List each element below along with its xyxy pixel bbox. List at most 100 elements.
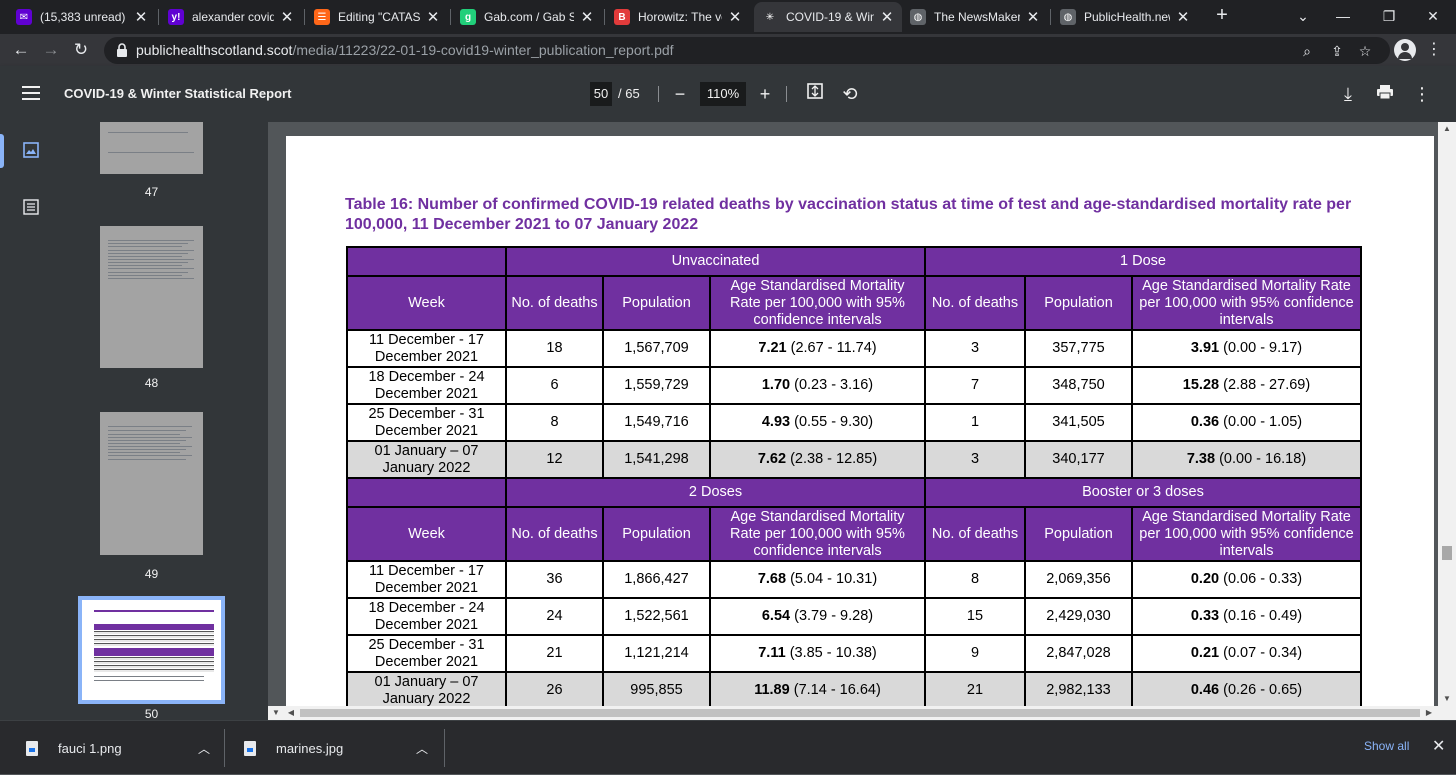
thumbnail-text-line <box>108 262 188 263</box>
browser-tab[interactable]: ◍ PublicHealth.new ✕ <box>1052 2 1198 32</box>
page-thumbnail-48[interactable] <box>100 226 203 368</box>
page-number-input[interactable]: 50 <box>590 82 612 106</box>
zoom-in-button[interactable]: + <box>753 82 777 106</box>
thumbnail-text-line <box>108 250 194 251</box>
tab-favicon-icon: ◍ <box>910 9 926 25</box>
chevron-up-icon[interactable]: ︿ <box>416 740 428 757</box>
minimize-button[interactable]: — <box>1320 0 1366 34</box>
group-header-row: Unvaccinated 1 Dose <box>346 246 1362 277</box>
zoom-icon[interactable]: ⌕ <box>1296 40 1318 62</box>
scroll-down-arrow[interactable]: ▼ <box>267 706 285 720</box>
scroll-right-arrow[interactable]: ▶ <box>1422 706 1436 720</box>
forward-icon[interactable]: → <box>38 37 64 63</box>
tab-close-icon[interactable]: ✕ <box>580 8 594 26</box>
scroll-down-arrow[interactable]: ▼ <box>1438 692 1456 706</box>
confidence-interval: (0.23 - 3.16) <box>794 377 874 393</box>
viewer-scrollbar[interactable]: ▲ ▼ <box>1438 122 1456 720</box>
tab-close-icon[interactable]: ✕ <box>1176 8 1190 26</box>
browser-tab[interactable]: ✉ (15,383 unread) - ✕ <box>8 2 156 32</box>
tab-favicon-icon: B <box>614 9 630 25</box>
rate-cell: 4.93 (0.55 - 9.30) <box>709 403 926 442</box>
back-icon[interactable]: ← <box>8 37 34 63</box>
deaths-header: No. of deaths <box>924 275 1026 331</box>
week-cell: 25 December - 31 December 2021 <box>346 403 507 442</box>
scroll-up-arrow[interactable]: ▲ <box>1438 122 1456 136</box>
thumbnail-sidebar: 47 48 49 50 <box>0 122 268 720</box>
tab-close-icon[interactable]: ✕ <box>880 8 894 26</box>
rate-value: 0.46 <box>1190 682 1220 698</box>
confidence-interval: (0.06 - 0.33) <box>1223 571 1303 587</box>
more-actions-icon[interactable]: ⋮ <box>1410 82 1434 106</box>
week-cell: 01 January – 07 January 2022 <box>346 671 507 706</box>
browser-tab[interactable]: B Horowitz: The ver ✕ <box>606 2 750 32</box>
table-row: 11 December - 17 December 2021 18 1,567,70… <box>346 329 1362 368</box>
scroll-left-arrow[interactable]: ◀ <box>284 706 298 720</box>
thumbnail-text-line <box>108 259 194 260</box>
pdf-viewer[interactable]: Table 16: Number of confirmed COVID-19 r… <box>268 122 1438 706</box>
browser-menu-icon[interactable]: ⋮ <box>1426 38 1442 62</box>
rate-value: 7.68 <box>757 571 787 587</box>
tab-favicon-icon: g <box>460 9 476 25</box>
tab-favicon-icon: ✳ <box>762 9 778 25</box>
tab-close-icon[interactable]: ✕ <box>1026 8 1040 26</box>
rotate-icon[interactable]: ⟲ <box>838 82 862 106</box>
thumbnails-tab-icon[interactable] <box>16 135 46 165</box>
browser-toolbar: ← → ↻ publichealthscotland.scot/media/11… <box>0 34 1456 66</box>
rate-cell: 7.38 (0.00 - 16.18) <box>1131 440 1362 479</box>
download-item[interactable]: fauci 1.png ︿ <box>26 721 216 775</box>
window-close-button[interactable]: ✕ <box>1410 0 1456 34</box>
tab-close-icon[interactable]: ✕ <box>280 8 294 26</box>
browser-tab[interactable]: ◍ The NewsMaker ✕ <box>902 2 1048 32</box>
download-icon[interactable]: ⤓ <box>1336 82 1360 106</box>
thumbnail-text-line <box>108 265 182 266</box>
browser-tab[interactable]: g Gab.com / Gab Sc ✕ <box>452 2 602 32</box>
population-cell: 995,855 <box>602 671 711 706</box>
tab-close-icon[interactable]: ✕ <box>134 8 148 26</box>
thumbnail-mini-header <box>94 610 214 612</box>
fit-page-icon[interactable] <box>803 82 827 106</box>
thumbnail-text-line <box>108 455 192 456</box>
address-bar[interactable]: publichealthscotland.scot/media/11223/22… <box>104 37 1390 64</box>
profile-avatar[interactable] <box>1394 39 1416 61</box>
confidence-interval: (5.04 - 10.31) <box>790 571 878 587</box>
group-header: Unvaccinated <box>505 246 926 277</box>
rate-value: 7.11 <box>758 645 786 661</box>
tab-close-icon[interactable]: ✕ <box>426 8 440 26</box>
rate-cell: 7.21 (2.67 - 11.74) <box>709 329 926 368</box>
browser-tab[interactable]: ☰ Editing "CATASTR ✕ <box>306 2 448 32</box>
zoom-out-button[interactable]: − <box>668 82 692 106</box>
population-header: Population <box>602 275 711 331</box>
week-cell: 25 December - 31 December 2021 <box>346 634 507 673</box>
page-thumbnail-47[interactable] <box>100 122 203 174</box>
tab-separator <box>604 9 605 25</box>
new-tab-button[interactable]: + <box>1210 4 1234 28</box>
show-all-link[interactable]: Show all <box>1364 739 1409 753</box>
horizontal-scrollbar[interactable]: ◀ ▶ <box>284 706 1438 720</box>
thumbnail-text-line <box>108 268 194 269</box>
rate-value: 7.62 <box>757 451 787 467</box>
close-icon[interactable]: ✕ <box>1432 736 1445 756</box>
rate-value: 6.54 <box>761 608 791 624</box>
confidence-interval: (3.85 - 10.38) <box>789 645 877 661</box>
browser-tab[interactable]: ✳ COVID-19 & Wint ✕ <box>754 2 902 32</box>
tab-close-icon[interactable]: ✕ <box>728 8 742 26</box>
menu-icon[interactable] <box>22 86 40 100</box>
page-thumbnail-49[interactable] <box>100 412 203 555</box>
rate-value: 0.20 <box>1190 571 1220 587</box>
outline-tab-icon[interactable] <box>16 192 46 222</box>
thumbnail-mini-row <box>94 631 214 634</box>
print-icon[interactable] <box>1373 82 1397 106</box>
bookmark-star-icon[interactable]: ☆ <box>1354 40 1376 62</box>
share-icon[interactable]: ⇪ <box>1326 40 1348 62</box>
restore-button[interactable]: ❐ <box>1366 0 1412 34</box>
zoom-level-input[interactable]: 110% <box>700 82 746 106</box>
reload-icon[interactable]: ↻ <box>68 37 94 63</box>
browser-tab[interactable]: y! alexander covid n ✕ <box>160 2 302 32</box>
rate-cell: 0.36 (0.00 - 1.05) <box>1131 403 1362 442</box>
scrollbar-thumb[interactable] <box>1442 546 1452 560</box>
download-item[interactable]: marines.jpg ︿ <box>244 721 434 775</box>
group-header-row: 2 Doses Booster or 3 doses <box>346 477 1362 508</box>
page-thumbnail-50[interactable] <box>78 596 225 704</box>
scrollbar-thumb[interactable] <box>300 709 1420 717</box>
chevron-up-icon[interactable]: ︿ <box>198 740 210 757</box>
